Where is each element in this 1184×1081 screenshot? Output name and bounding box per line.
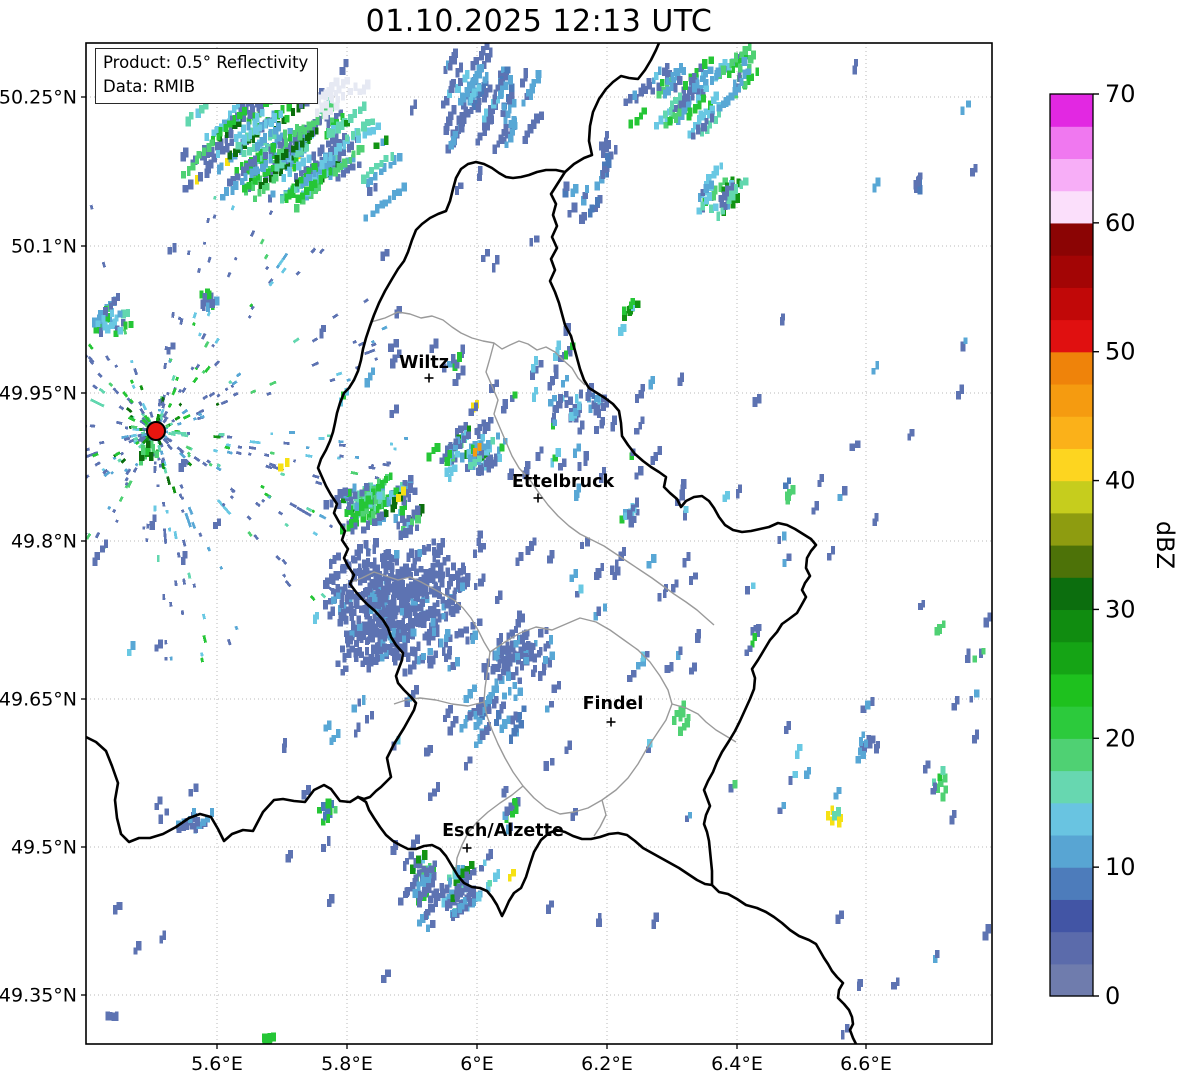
colorbar-segment xyxy=(1050,963,1093,997)
district-border-line xyxy=(593,799,607,837)
colorbar-axis-label: dBZ xyxy=(1151,521,1179,569)
colorbar-segment xyxy=(1050,834,1093,868)
colorbar-tick-label: 0 xyxy=(1105,982,1120,1010)
radar-map-canvas: WiltzEttelbruckFindelEsch/Alzette5.6°E 5.… xyxy=(0,42,1179,1076)
colorbar-segment xyxy=(1050,770,1093,804)
y-tick-label: 50.25°N xyxy=(0,87,77,109)
colorbar-tick-label: 20 xyxy=(1105,724,1136,752)
colorbar-segment xyxy=(1050,222,1093,256)
radar-app-window: 01.10.2025 12:13 UTC Product: 0.5° Refle… xyxy=(0,0,1184,1081)
city-marker xyxy=(424,373,434,383)
country-border-line xyxy=(86,735,360,844)
y-tick-label: 49.35°N xyxy=(0,985,77,1007)
y-tick-label: 50.1°N xyxy=(11,236,77,258)
colorbar-segment xyxy=(1050,673,1093,707)
x-tick-label: 6.2°E xyxy=(581,1053,633,1075)
colorbar-tick-label: 30 xyxy=(1105,595,1136,623)
y-tick-label: 49.8°N xyxy=(11,531,77,553)
colorbar-segment xyxy=(1050,480,1093,514)
radar-site-marker xyxy=(146,421,166,441)
grid-lines xyxy=(86,43,992,1044)
y-tick-label: 49.5°N xyxy=(11,837,77,859)
product-label: Product: 0.5° Reflectivity xyxy=(103,53,309,72)
country-border-line xyxy=(316,160,818,918)
colorbar-segment xyxy=(1050,545,1093,578)
colorbar-segment xyxy=(1050,351,1093,385)
x-tick-label: 6°E xyxy=(460,1053,494,1075)
colorbar-tick-label: 40 xyxy=(1105,467,1136,495)
colorbar-segment xyxy=(1050,287,1093,321)
x-tick-label: 5.8°E xyxy=(321,1053,373,1075)
x-tick-label: 6.6°E xyxy=(840,1053,892,1075)
colorbar-segment xyxy=(1050,512,1093,546)
plot-frame xyxy=(85,42,993,1045)
country-border-line xyxy=(710,883,858,1044)
colorbar-segment xyxy=(1050,94,1093,127)
city-label: Wiltz xyxy=(399,353,449,373)
colorbar-segment xyxy=(1050,706,1093,739)
radar-echo-layer xyxy=(86,43,992,1044)
colorbar-segment xyxy=(1050,448,1093,482)
colorbar-segment xyxy=(1050,738,1093,772)
x-tick-label: 6.4°E xyxy=(711,1053,763,1075)
colorbar-segment xyxy=(1050,867,1093,900)
colorbar-segment xyxy=(1050,899,1093,933)
axis-ticks: 5.6°E 5.8°E 6°E 6.2°E 6.4°E 6.6°E 50.25°N 50.1°… xyxy=(0,87,892,1076)
product-info-box: Product: 0.5° Reflectivity Data: RMIB xyxy=(95,48,319,104)
colorbar-segment xyxy=(1050,255,1093,288)
colorbar-segment xyxy=(1050,802,1093,836)
colorbar-segment xyxy=(1050,190,1093,224)
colorbar-segment xyxy=(1050,641,1093,675)
colorbar-tick-label: 50 xyxy=(1105,338,1136,366)
city-label: Findel xyxy=(583,694,644,714)
colorbar-segment xyxy=(1050,383,1093,417)
colorbar-segment xyxy=(1050,126,1093,160)
colorbar-segment xyxy=(1050,319,1093,353)
colorbar-tick-label: 60 xyxy=(1105,209,1136,237)
city-marker xyxy=(462,843,472,853)
district-border-line xyxy=(370,311,586,386)
city-label: Esch/Alzette xyxy=(442,821,564,841)
city-label: Ettelbruck xyxy=(512,472,615,492)
colorbar: 0 10 20 30 40 50 60 70 dBZ xyxy=(1049,80,1179,1010)
colorbar-tick-label: 70 xyxy=(1105,80,1136,108)
y-tick-label: 49.65°N xyxy=(0,689,77,711)
city-marker xyxy=(606,717,616,727)
y-tick-label: 49.95°N xyxy=(0,383,77,405)
colorbar-segment xyxy=(1050,577,1093,611)
x-tick-label: 5.6°E xyxy=(191,1053,243,1075)
colorbar-segment xyxy=(1050,931,1093,965)
colorbar-segment xyxy=(1050,158,1093,192)
colorbar-segment xyxy=(1050,609,1093,643)
colorbar-tick-label: 10 xyxy=(1105,853,1136,881)
colorbar-segment xyxy=(1050,416,1093,449)
data-source-label: Data: RMIB xyxy=(103,76,196,96)
